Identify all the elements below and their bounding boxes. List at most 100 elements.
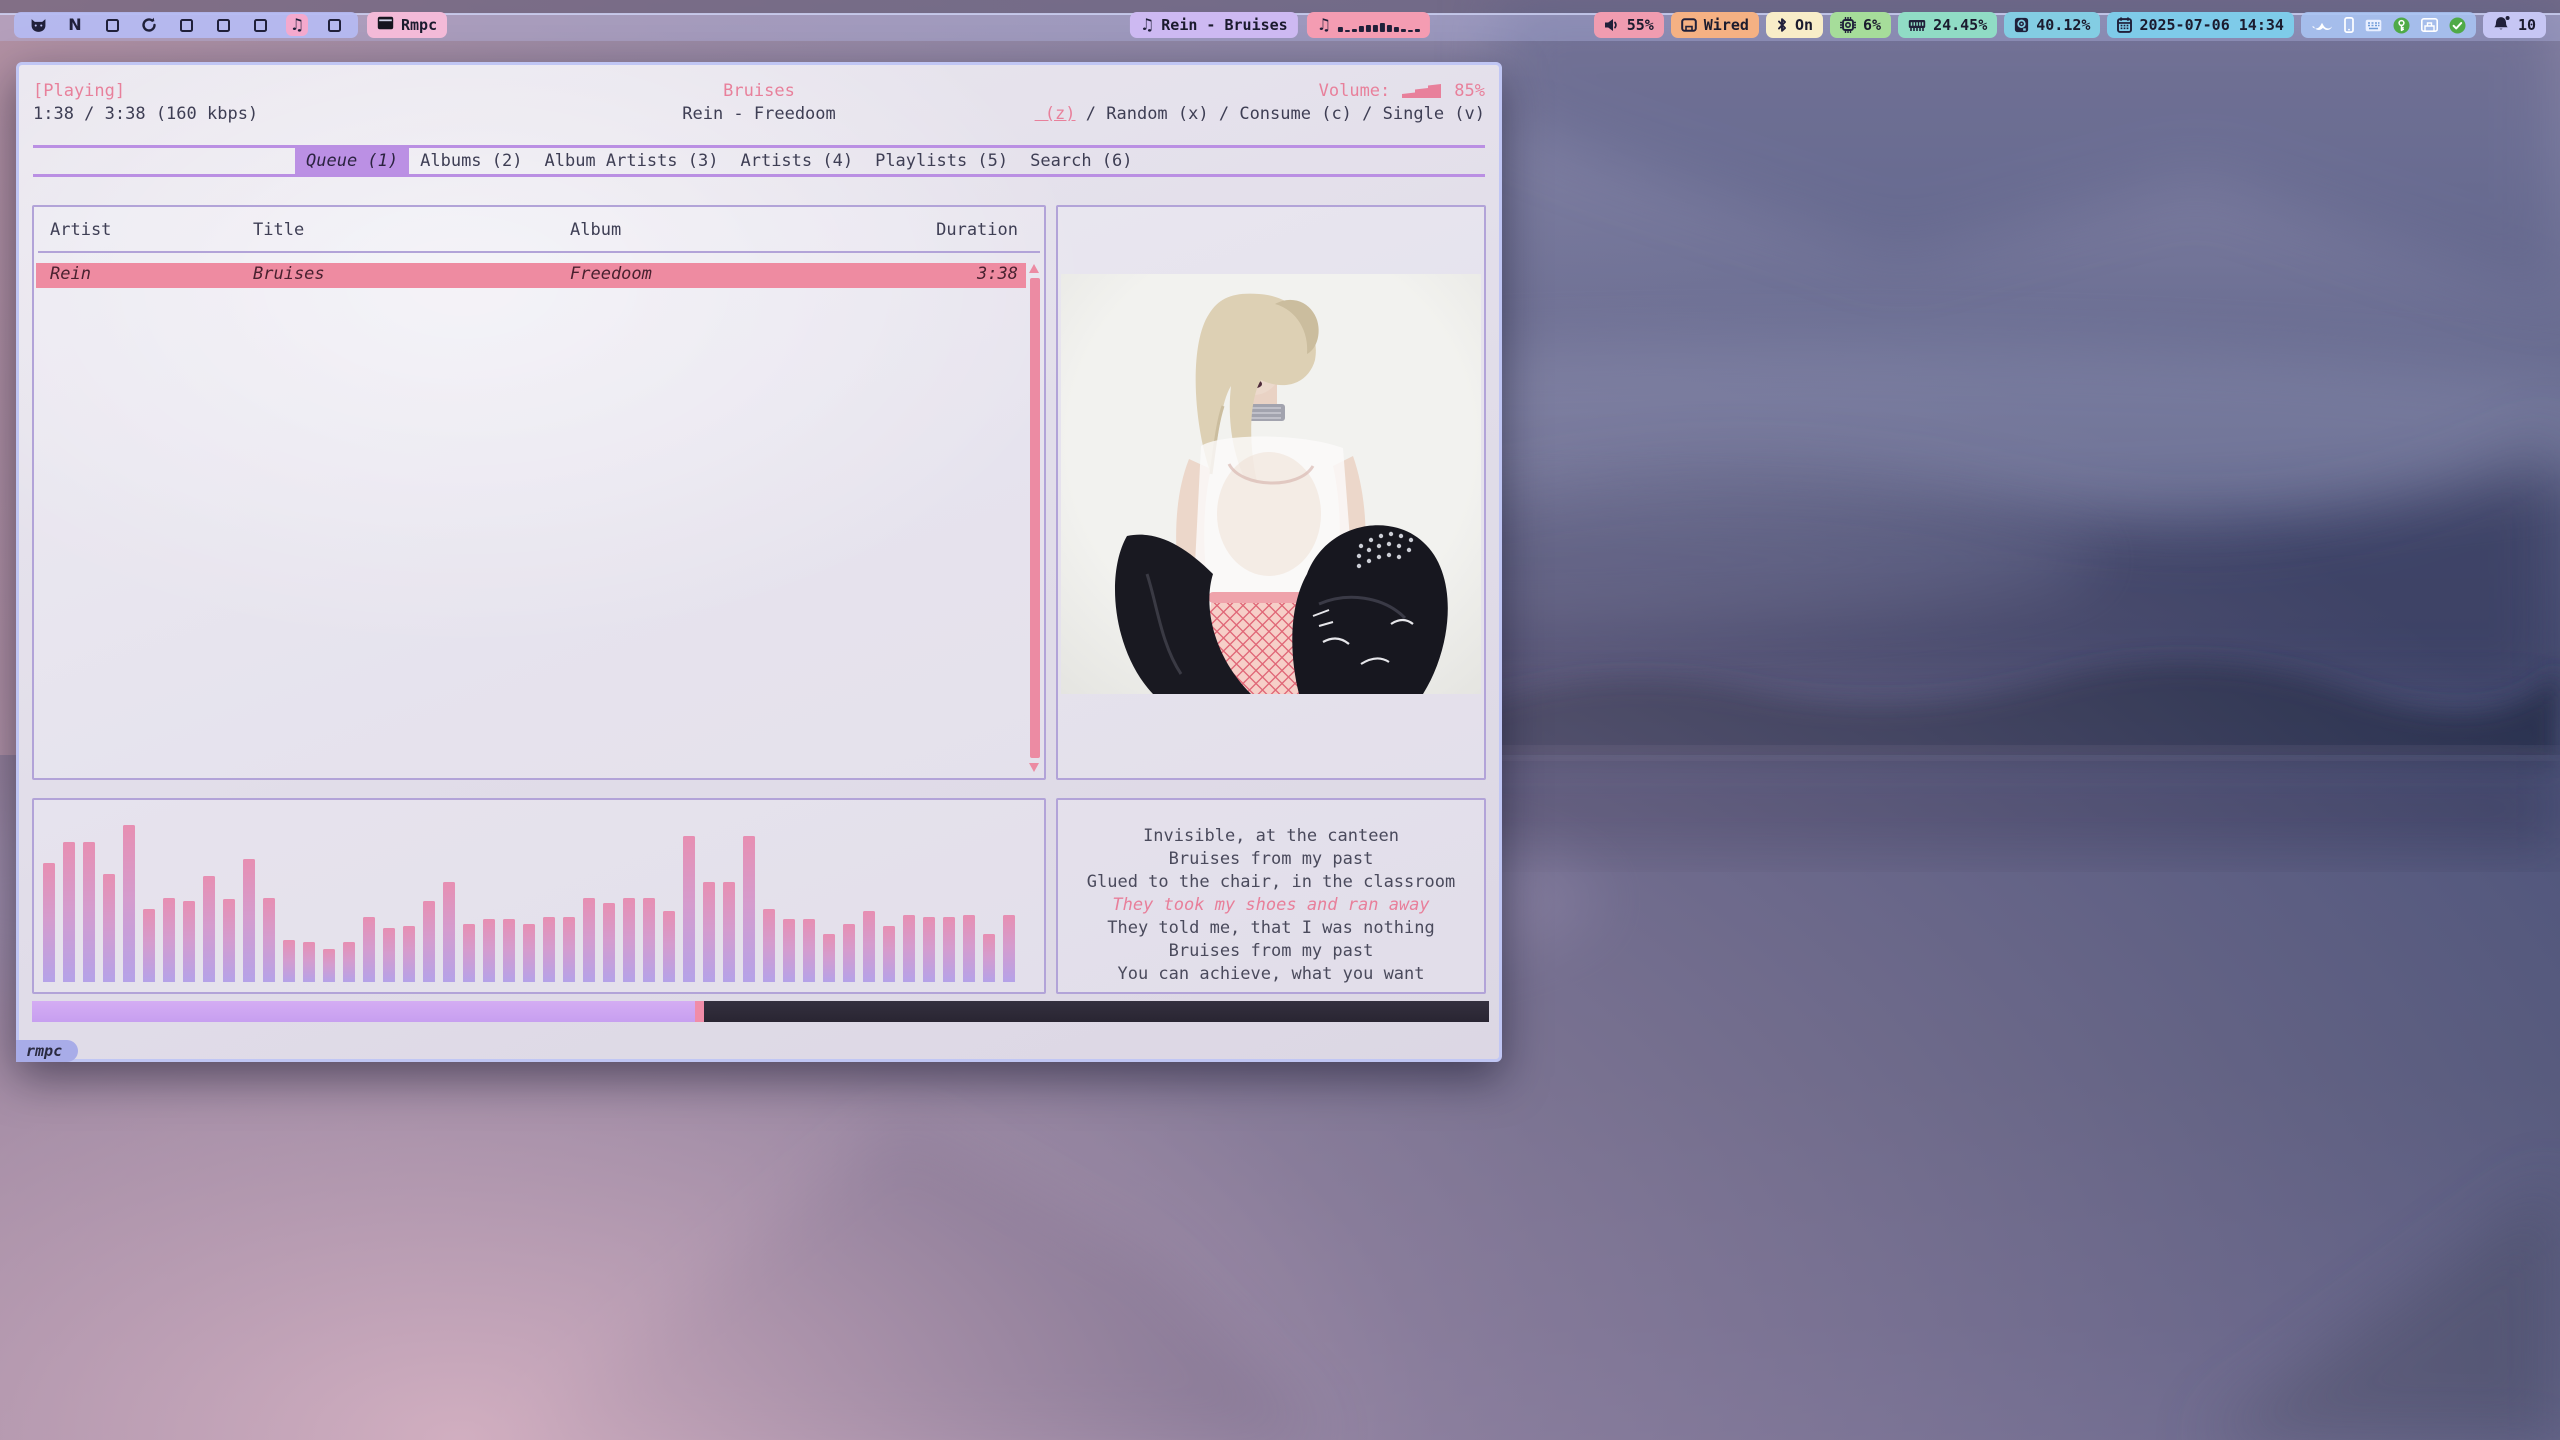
queue-header: Artist Title Album Duration	[36, 220, 1026, 243]
ethernet-port-icon	[1681, 18, 1697, 32]
workspace-switcher: N♫	[14, 12, 358, 38]
mini-visualizer-bars	[1338, 19, 1420, 32]
status-cpu[interactable]: 6%	[1830, 12, 1891, 38]
consume-toggle[interactable]: Consume (c)	[1239, 104, 1352, 124]
visualizer-bar	[403, 926, 415, 982]
mini-visualizer-bar	[1380, 23, 1385, 32]
visualizer-panel	[32, 798, 1046, 994]
workspace-1-cat-icon[interactable]	[27, 14, 49, 36]
workspace-5-empty-workspace-icon[interactable]	[175, 14, 197, 36]
album-art-panel	[1056, 205, 1486, 780]
keyboard-icon[interactable]	[2365, 19, 2382, 32]
rmpc-window: [Playing] 1:38 / 3:38 (160 kbps) Bruises…	[16, 62, 1502, 1062]
tab-album-artists[interactable]: Album Artists (3)	[533, 148, 729, 174]
visualizer-bar	[743, 836, 755, 982]
visualizer-bar	[443, 882, 455, 982]
toggle-separator: /	[1076, 104, 1107, 124]
visualizer-bar	[623, 898, 635, 982]
workspace-6-empty-workspace-icon[interactable]	[212, 14, 234, 36]
random-toggle[interactable]: Random (x)	[1106, 104, 1208, 124]
visualizer-bar	[563, 917, 575, 982]
status-bluetooth[interactable]: On	[1766, 12, 1823, 38]
disk-icon	[2014, 17, 2029, 33]
lyrics-panel[interactable]: Invisible, at the canteen Bruises from m…	[1056, 798, 1486, 994]
workspace-2-neovim-icon[interactable]: N	[64, 14, 86, 36]
status-memory[interactable]: 24.45%	[1898, 12, 1997, 38]
ethernet-icon[interactable]	[2421, 18, 2438, 32]
lyric-line: Bruises from my past	[1058, 940, 1484, 963]
visualizer-bar	[963, 915, 975, 982]
audio-visualizer-widget[interactable]: ♫	[1307, 12, 1430, 38]
workspace-3-empty-workspace-icon[interactable]	[101, 14, 123, 36]
terminal-icon	[377, 16, 394, 34]
scroll-down-arrow[interactable]	[1029, 763, 1039, 772]
workspace-4-browser-icon[interactable]	[138, 14, 160, 36]
visualizer-bar	[43, 863, 55, 982]
mini-visualizer-bar	[1366, 25, 1371, 32]
volume-ramp-icon	[1402, 84, 1442, 99]
check-circle-icon[interactable]	[2449, 17, 2466, 34]
visualizer-bar	[483, 919, 495, 982]
album-art-image	[1061, 274, 1481, 694]
window-tag: rmpc	[16, 1040, 78, 1062]
lyric-line-current: They took my shoes and ran away	[1058, 894, 1484, 917]
visualizer-bar	[943, 917, 955, 982]
workspace-8-music-note-icon[interactable]: ♫	[286, 14, 308, 36]
tab-playlists[interactable]: Playlists (5)	[864, 148, 1019, 174]
now-playing-widget[interactable]: ♫ Rein - Bruises	[1130, 12, 1298, 38]
column-artist: Artist	[50, 220, 111, 240]
visualizer-bar	[63, 842, 75, 982]
tab-albums[interactable]: Albums (2)	[409, 148, 533, 174]
player-controls-block: Volume: 85% (z) / Random (x) / Consume (…	[1035, 80, 1485, 149]
lyric-line: Invisible, at the canteen	[1058, 825, 1484, 848]
workspace-9-empty-workspace-icon[interactable]	[323, 14, 345, 36]
visualizer-bar	[263, 898, 275, 982]
progress-marker[interactable]	[695, 1001, 704, 1022]
bell-icon	[2493, 15, 2511, 36]
scroll-up-arrow[interactable]	[1029, 264, 1039, 273]
tab-search[interactable]: Search (6)	[1019, 148, 1143, 174]
desktop: N♫ Rmpc ♫ Rein - Bruises ♫ 55%WiredOn6%2…	[0, 0, 2560, 1440]
tab-queue[interactable]: Queue (1)	[295, 148, 409, 174]
notifications-widget[interactable]: 10	[2483, 12, 2546, 38]
taskbar: N♫ Rmpc ♫ Rein - Bruises ♫ 55%WiredOn6%2…	[0, 10, 2560, 40]
progress-bar[interactable]	[32, 1001, 1489, 1022]
column-album: Album	[570, 220, 621, 240]
status-clock[interactable]: 2025-07-06 14:34	[2107, 12, 2294, 38]
scrollbar-thumb[interactable]	[1030, 278, 1040, 758]
volume-line: Volume: 85%	[1035, 80, 1485, 103]
status-clock-value: 2025-07-06 14:34	[2139, 16, 2284, 34]
visualizer-bar	[663, 911, 675, 982]
workspace-7-empty-workspace-icon[interactable]	[249, 14, 271, 36]
visualizer-bar	[823, 934, 835, 982]
status-cpu-value: 6%	[1863, 16, 1881, 34]
visualizer-bar	[323, 949, 335, 982]
status-volume[interactable]: 55%	[1594, 12, 1664, 38]
visualizer-bar	[643, 898, 655, 982]
visualizer-bar	[163, 898, 175, 982]
mini-visualizer-bar	[1373, 25, 1378, 32]
mustache-icon[interactable]	[2311, 20, 2333, 30]
system-tray[interactable]	[2301, 12, 2476, 38]
visualizer-bar	[343, 942, 355, 982]
status-network[interactable]: Wired	[1671, 12, 1759, 38]
visualizer-bar	[923, 917, 935, 982]
volume-value: 85%	[1454, 80, 1485, 103]
active-window-button[interactable]: Rmpc	[367, 12, 447, 38]
mini-visualizer-bar	[1359, 26, 1364, 32]
taskbar-center: ♫ Rein - Bruises ♫	[1130, 12, 1430, 38]
tab-artists[interactable]: Artists (4)	[729, 148, 864, 174]
status-disk[interactable]: 40.12%	[2004, 12, 2100, 38]
phone-icon[interactable]	[2344, 17, 2354, 33]
repeat-toggle[interactable]: (z)	[1035, 104, 1076, 124]
visualizer-bar	[283, 940, 295, 982]
visualizer-bar	[843, 924, 855, 982]
mini-visualizer-bar	[1338, 27, 1343, 32]
lyric-line: Glued to the chair, in the classroom	[1058, 871, 1484, 894]
visualizer-bar	[783, 919, 795, 982]
single-toggle[interactable]: Single (v)	[1383, 104, 1485, 124]
keepass-key-icon[interactable]	[2393, 17, 2410, 34]
mode-toggles: (z) / Random (x) / Consume (c) / Single …	[1035, 103, 1485, 149]
queue-row-current[interactable]: Rein Bruises Freedoom 3:38	[36, 263, 1026, 288]
queue-scrollbar[interactable]	[1028, 262, 1041, 774]
